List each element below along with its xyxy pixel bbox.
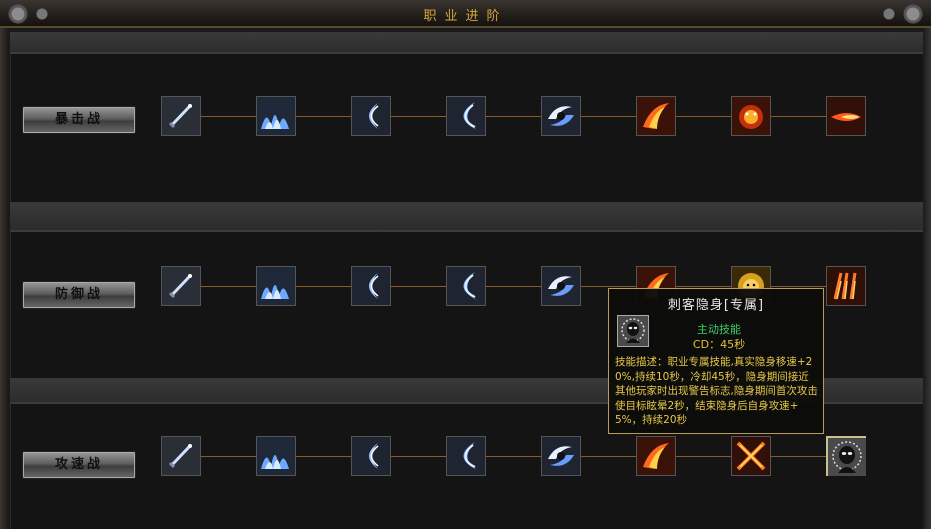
fire-slash-icon[interactable] xyxy=(636,96,676,136)
class-button-critical[interactable]: 暴击战 xyxy=(22,106,136,134)
skill-connector xyxy=(676,286,731,287)
skill-connector xyxy=(296,286,351,287)
tooltip-skill-type: 主动技能 xyxy=(697,323,741,336)
ice-wave-icon[interactable] xyxy=(256,436,296,476)
title-bar: 职业进阶 xyxy=(0,0,931,28)
skill-connector xyxy=(201,286,256,287)
fire-burst-icon[interactable] xyxy=(826,96,866,136)
moon-slash-icon[interactable] xyxy=(446,266,486,306)
fire-beast-icon[interactable] xyxy=(731,96,771,136)
spin-slash-icon[interactable] xyxy=(541,436,581,476)
assassin-stealth-icon xyxy=(617,315,649,347)
skill-connector xyxy=(391,456,446,457)
crescent-slash-icon[interactable] xyxy=(351,266,391,306)
skill-connector xyxy=(486,456,541,457)
skill-connector xyxy=(296,116,351,117)
skill-connector xyxy=(486,286,541,287)
fire-slash-icon[interactable] xyxy=(636,436,676,476)
skill-tooltip: 刺客隐身[专属] 主动技能 CD：45秒 技能描述：职业专属技能,真实隐身移速+… xyxy=(608,288,824,434)
tooltip-title: 刺客隐身[专属] xyxy=(667,298,765,313)
moon-slash-icon[interactable] xyxy=(446,96,486,136)
crossed-blades-icon[interactable] xyxy=(731,436,771,476)
skill-connector xyxy=(581,456,636,457)
skill-connector xyxy=(581,116,636,117)
crescent-slash-icon[interactable] xyxy=(351,96,391,136)
tooltip-description: 技能描述：职业专属技能,真实隐身移速+20%,持续10秒，冷却45秒，隐身期间接… xyxy=(615,356,818,426)
skill-connector xyxy=(676,456,731,457)
skill-connector xyxy=(391,116,446,117)
class-button-defense[interactable]: 防御战 xyxy=(22,281,136,309)
spin-slash-icon[interactable] xyxy=(541,266,581,306)
sword-icon[interactable] xyxy=(161,436,201,476)
sword-icon[interactable] xyxy=(161,96,201,136)
skill-connector xyxy=(486,116,541,117)
skill-connector xyxy=(201,456,256,457)
skill-connector xyxy=(201,116,256,117)
skill-connector xyxy=(771,456,826,457)
ice-wave-icon[interactable] xyxy=(256,266,296,306)
ice-wave-icon[interactable] xyxy=(256,96,296,136)
skill-connector xyxy=(771,116,826,117)
spin-slash-icon[interactable] xyxy=(541,96,581,136)
assassin-stealth-icon[interactable] xyxy=(826,436,866,476)
skill-connector xyxy=(676,116,731,117)
skill-connector xyxy=(771,286,826,287)
moon-slash-icon[interactable] xyxy=(446,436,486,476)
row-separator xyxy=(10,32,931,52)
crescent-slash-icon[interactable] xyxy=(351,436,391,476)
skill-connector xyxy=(391,286,446,287)
frame-border-right xyxy=(923,28,931,529)
window-title: 职业进阶 xyxy=(423,9,508,24)
row-separator xyxy=(10,202,931,230)
frame-border-left xyxy=(0,28,8,529)
class-button-attack-speed[interactable]: 攻速战 xyxy=(22,451,136,479)
skill-connector xyxy=(581,286,636,287)
ornament-corner-right xyxy=(871,0,931,28)
skill-connector xyxy=(296,456,351,457)
fire-claw-icon[interactable] xyxy=(826,266,866,306)
tooltip-cooldown: CD：45秒 xyxy=(692,338,746,351)
sword-icon[interactable] xyxy=(161,266,201,306)
